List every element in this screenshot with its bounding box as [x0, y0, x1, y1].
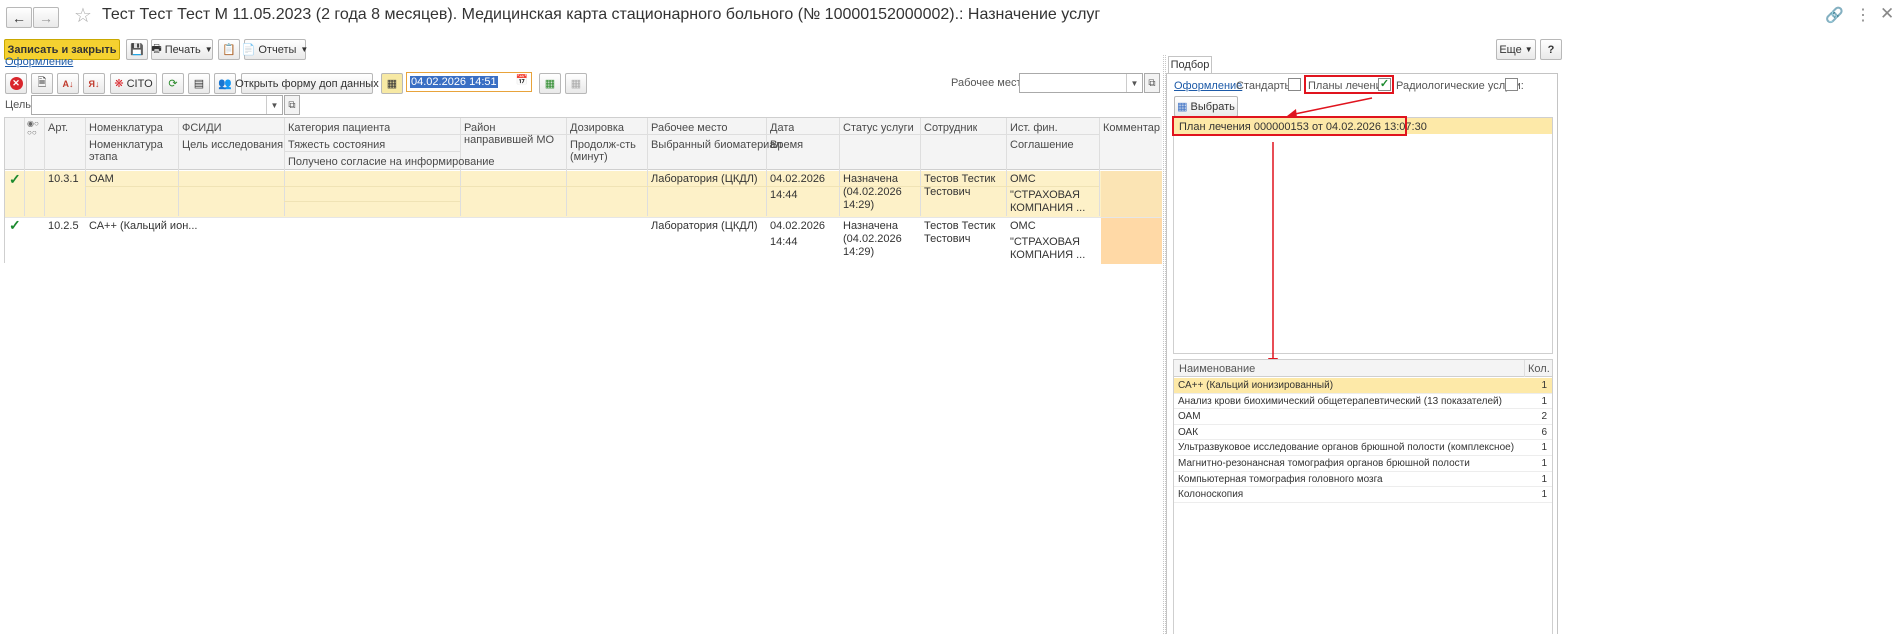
column-divider: [1524, 360, 1525, 377]
annotation-arrows: [1268, 97, 1373, 368]
list-item[interactable]: Анализ крови биохимический общетерапевти…: [1174, 394, 1552, 410]
list-item[interactable]: ОАМ 2: [1174, 409, 1552, 425]
list-item-name: ОАМ: [1178, 411, 1201, 423]
list-item[interactable]: Ультразвуковое исследование органов брюш…: [1174, 440, 1552, 456]
list-col-qty[interactable]: Кол.: [1528, 363, 1550, 375]
list-item-qty: 1: [1541, 473, 1547, 485]
list-item[interactable]: СА++ (Кальций ионизированный) 1: [1174, 378, 1552, 394]
list-item[interactable]: ОАК 6: [1174, 425, 1552, 441]
list-item[interactable]: Компьютерная томография головного мозга 1: [1174, 472, 1552, 488]
list-item[interactable]: Колоноскопия 1: [1174, 487, 1552, 503]
list-item-name: Магнитно-резонансная томография органов …: [1178, 458, 1470, 469]
list-item-name: Компьютерная томография головного мозга: [1178, 473, 1383, 485]
list-item-qty: 2: [1541, 411, 1547, 423]
list-item-qty: 1: [1541, 395, 1547, 407]
list-item-name: Анализ крови биохимический общетерапевти…: [1178, 395, 1502, 407]
list-item-name: ОАК: [1178, 426, 1199, 438]
arrow-to-plan: [1289, 97, 1373, 116]
list-item[interactable]: Магнитно-резонансная томография органов …: [1174, 456, 1552, 472]
list-item-qty: 1: [1541, 458, 1547, 469]
arrow-head: [1287, 109, 1297, 118]
list-item-name: Ультразвуковое исследование органов брюш…: [1178, 442, 1515, 454]
list-item-name: Колоноскопия: [1178, 489, 1244, 501]
list-col-name[interactable]: Наименование: [1179, 363, 1255, 375]
list-item-qty: 1: [1541, 380, 1547, 391]
list-item-name: СА++ (Кальций ионизированный): [1178, 380, 1334, 391]
list-item-qty: 1: [1541, 442, 1547, 454]
list-item-qty: 6: [1541, 426, 1547, 438]
list-item-qty: 1: [1541, 489, 1547, 501]
